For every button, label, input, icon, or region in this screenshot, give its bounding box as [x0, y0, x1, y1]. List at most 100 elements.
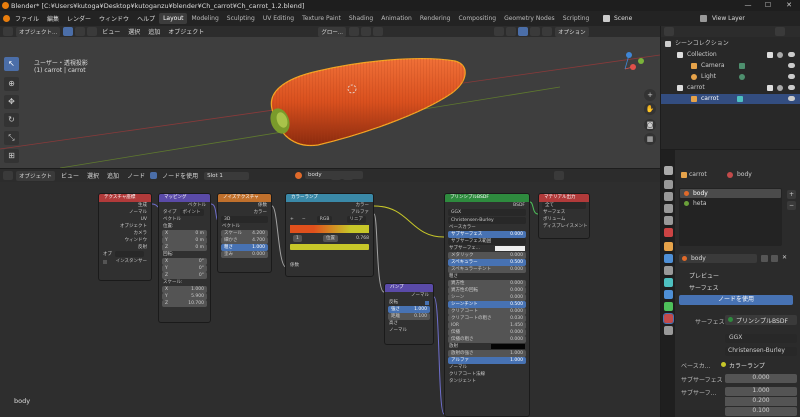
bsdf-input-value[interactable]: 1.450 — [510, 322, 523, 329]
fake-user-icon[interactable] — [761, 255, 768, 262]
shading-rendered-icon[interactable] — [542, 27, 553, 36]
pivot-icon[interactable] — [349, 27, 360, 36]
checkbox-icon[interactable] — [767, 52, 773, 58]
navigation-gizmo[interactable] — [624, 52, 644, 70]
scale-y-field[interactable]: 5.900 — [191, 293, 204, 300]
slot-dropdown[interactable]: Slot 1 — [204, 171, 250, 180]
object-tab-icon[interactable] — [664, 242, 673, 251]
add-stop-button[interactable]: + — [290, 216, 294, 223]
outliner-row-carrot[interactable]: carrot — [661, 94, 800, 104]
menu-window[interactable]: ウィンドウ — [95, 14, 133, 23]
tab-rendering[interactable]: Rendering — [416, 13, 455, 24]
node-material-output[interactable]: マテリアル出力 全て サーフェス ボリューム ディスプレイスメント — [538, 193, 590, 239]
pan-view-icon[interactable]: ✋ — [644, 103, 656, 115]
render-tab-icon[interactable] — [664, 180, 673, 189]
slot-row-body[interactable]: body — [680, 189, 781, 198]
select-mode-icon[interactable] — [63, 27, 74, 36]
material-tab-icon[interactable] — [663, 313, 674, 324]
add-slot-button[interactable]: + — [787, 190, 796, 199]
roughness-field[interactable]: 1.000 — [252, 244, 265, 251]
bsdf-input-value[interactable]: 0.000 — [510, 252, 523, 259]
bsdf-input-value[interactable]: 0.000 — [510, 287, 523, 294]
node-mapping[interactable]: マッピング ベクトル タイプ ポイント ベクトル 位置: X 0 m Y 0 m Z 0… — [158, 193, 211, 323]
copy-icon[interactable] — [771, 255, 778, 262]
subsurface-color-swatch[interactable] — [495, 246, 525, 251]
node-principled-bsdf[interactable]: プリンシプルBSDF BSDF GGX Christensen-Burley ベ… — [444, 193, 530, 417]
target-dropdown[interactable]: 全て — [545, 202, 554, 209]
particles-tab-icon[interactable] — [664, 266, 673, 275]
scale-z-field[interactable]: 10.700 — [188, 300, 204, 307]
maximize-button[interactable]: ☐ — [758, 0, 778, 11]
object-field[interactable] — [115, 251, 144, 257]
bsdf-input-value[interactable]: 0.000 — [510, 329, 523, 336]
camera-view-icon[interactable]: ◙ — [644, 119, 656, 131]
menu-select[interactable]: 選択 — [124, 27, 144, 36]
blender-menu-icon[interactable] — [3, 15, 10, 22]
invert-checkbox[interactable] — [425, 300, 429, 305]
menu-select[interactable]: 選択 — [83, 171, 103, 180]
remove-stop-button[interactable]: − — [302, 216, 306, 223]
visibility-eye-icon[interactable] — [788, 74, 795, 79]
select-extend-icon[interactable] — [75, 27, 86, 36]
options-dropdown[interactable]: オプション — [555, 26, 589, 37]
subsurface-field[interactable]: 0.000 — [725, 374, 797, 383]
bsdf-input-value[interactable]: 0.000 — [510, 266, 523, 273]
material-field[interactable]: body — [679, 254, 757, 263]
tab-compositing[interactable]: Compositing — [454, 13, 500, 24]
editor-type-icon[interactable] — [3, 27, 13, 36]
scene-name[interactable]: Scene — [614, 15, 632, 22]
select-box-tool-icon[interactable]: ↖ — [4, 57, 19, 71]
camera-restrict-icon[interactable] — [777, 85, 783, 91]
subsurface-radius-x[interactable]: 1.000 — [725, 387, 797, 396]
bsdf-input-value[interactable]: 0.000 — [510, 280, 523, 287]
3d-viewport[interactable]: ユーザー・透視投影 (1) carrot | carrot ↖ ⊕ ✥ ↻ ⤡ … — [0, 37, 660, 168]
menu-add[interactable]: 追加 — [103, 171, 123, 180]
xray-icon[interactable] — [506, 27, 517, 36]
checkbox-icon[interactable] — [767, 85, 773, 91]
location-x-field[interactable]: 0 m — [195, 230, 204, 237]
rotate-tool-icon[interactable]: ↻ — [4, 113, 19, 127]
shader-node-editor[interactable]: テクスチャ座標 生成 ノーマル UV オブジェクト カメラ ウィンドウ 反射 オ… — [0, 182, 660, 417]
proportional-edit-icon[interactable] — [373, 27, 384, 36]
menu-view[interactable]: ビュー — [57, 171, 83, 180]
material-name-field[interactable]: body — [305, 171, 363, 179]
node-color-ramp[interactable]: カラーランプ カラー アルファ + − RGB リニア 1 位置 0.768 係数 — [285, 193, 374, 277]
dimension-dropdown[interactable]: 3D — [224, 216, 230, 223]
camera-restrict-icon[interactable] — [777, 52, 783, 58]
select-subtract-icon[interactable] — [87, 27, 98, 36]
rotation-x-field[interactable]: 0° — [199, 258, 204, 265]
tab-animation[interactable]: Animation — [377, 13, 416, 24]
bsdf-input-value[interactable]: 0.000 — [510, 336, 523, 343]
slot-row-heta[interactable]: heta — [680, 199, 781, 208]
outliner-row-collection[interactable]: Collection — [661, 50, 800, 60]
bsdf-input-value[interactable]: 0.000 — [510, 294, 523, 301]
outliner-row-camera[interactable]: Camera — [661, 61, 800, 71]
scale-x-field[interactable]: 1.000 — [191, 286, 204, 293]
snap-icon[interactable] — [361, 27, 372, 36]
bsdf-input-value[interactable]: 0.030 — [510, 315, 523, 322]
rotation-y-field[interactable]: 0° — [199, 265, 204, 272]
node-bump[interactable]: バンプ ノーマル 反転 強さ 1.000 距離 0.100 高さ ノーマル — [384, 283, 434, 345]
instancer-checkbox[interactable] — [103, 259, 107, 264]
outliner-filter-icon[interactable] — [775, 27, 785, 36]
bsdf-input-value[interactable]: 0.500 — [510, 259, 523, 266]
use-nodes-button[interactable]: ノードを使用 — [679, 295, 793, 305]
distortion-field[interactable]: 0.000 — [252, 251, 265, 258]
use-nodes-checkbox[interactable] — [150, 172, 158, 179]
type-dropdown[interactable]: ポイント — [179, 209, 204, 216]
tool-tab-icon[interactable] — [664, 166, 673, 175]
tab-layout[interactable]: Layout — [159, 13, 188, 24]
stop-color-swatch[interactable] — [290, 244, 369, 250]
overlay-icon[interactable] — [494, 27, 505, 36]
minimize-button[interactable]: — — [738, 0, 758, 11]
remove-slot-button[interactable]: − — [787, 201, 796, 210]
bsdf-input-value[interactable]: 1.000 — [510, 357, 523, 364]
visibility-eye-icon[interactable] — [788, 63, 795, 68]
distribution-dropdown[interactable]: GGX — [725, 334, 797, 343]
subsurface-radius-y[interactable]: 0.200 — [725, 397, 797, 406]
distance-field[interactable]: 0.100 — [414, 313, 427, 320]
outliner-row-scene-collection[interactable]: シーンコレクション — [661, 39, 800, 49]
menu-render[interactable]: レンダー — [63, 14, 95, 23]
shading-material-icon[interactable] — [530, 27, 541, 36]
bsdf-input-value[interactable]: 1.000 — [510, 350, 523, 357]
